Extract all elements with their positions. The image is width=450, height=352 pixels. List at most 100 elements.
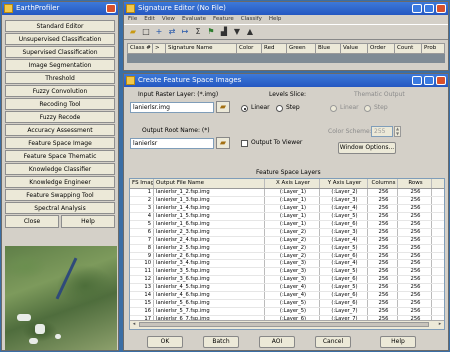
menu-accuracy-assessment[interactable]: Accuracy Assessment [5,123,115,137]
table-cell-file[interactable]: lanierlsr_3_6.fsp.img [154,276,265,284]
col-order[interactable]: Order [368,44,395,53]
table-cell-file[interactable]: lanierlsr_1_6.fsp.img [154,220,265,228]
menu-file[interactable]: File [128,15,137,24]
menu-help[interactable]: Help [269,15,282,24]
thematic-step-radio[interactable] [364,105,371,112]
col-class[interactable]: Class # [128,44,153,53]
col-red[interactable]: Red [262,44,287,53]
table-cell-file[interactable]: lanierlsr_2_4.fsp.img [154,236,265,244]
menu-feature-swapping[interactable]: Feature Swapping Tool [5,188,115,202]
table-cell-file[interactable]: lanierlsr_2_6.fsp.img [154,252,265,260]
table-row[interactable]: 8 lanierlsr_2_5.fsp.img (:Layer_2) (:Layer_… [130,244,444,253]
col-y-axis[interactable]: Y Axis Layer [320,179,368,188]
table-row[interactable]: 12 lanierlsr_3_6.fsp.img (:Layer_3) (:Layer… [130,276,444,285]
table-row[interactable]: 1 lanierlsr_1_2.fsp.img (:Layer_1) (:Layer_… [130,189,444,197]
minimize-icon[interactable] [412,4,422,13]
sort-up-icon[interactable]: ▲ [245,27,255,37]
col-value[interactable]: Value [341,44,368,53]
linear-radio[interactable] [241,105,248,112]
close-icon[interactable] [436,76,446,85]
menu-feature-space-image[interactable]: Feature Space Image [5,136,115,150]
color-scheme-field[interactable]: 255 [371,126,393,137]
menu-view[interactable]: View [162,15,175,24]
output-to-viewer-checkbox[interactable] [241,140,248,147]
menu-evaluate[interactable]: Evaluate [182,15,206,24]
menu-fuzzy-convolution[interactable]: Fuzzy Convolution [5,84,115,98]
input-raster-field[interactable]: lanierlsr.img [130,102,214,113]
menu-threshold[interactable]: Threshold [5,71,115,85]
table-row[interactable]: 15 lanierlsr_5_6.fsp.img (:Layer_5) (:Layer… [130,300,444,309]
sum-icon[interactable]: Σ [193,27,203,37]
menu-fuzzy-recode[interactable]: Fuzzy Recode [5,110,115,124]
table-row[interactable]: 4 lanierlsr_1_5.fsp.img (:Layer_1) (:Layer_… [130,212,444,221]
table-row[interactable]: 3 lanierlsr_1_4.fsp.img (:Layer_1) (:Layer_… [130,204,444,213]
col-x-axis[interactable]: X Axis Layer [265,179,320,188]
table-cell-file[interactable]: lanierlsr_4_6.fsp.img [154,292,265,300]
col-prob[interactable]: Prob [422,44,444,53]
col-rows[interactable]: Rows [398,179,432,188]
table-cell-file[interactable]: lanierlsr_3_4.fsp.img [154,260,265,268]
classification-title-bar[interactable]: EarthProfiler [2,2,118,15]
output-root-field[interactable]: lanierlsr [130,138,214,149]
menu-feature-space-thematic[interactable]: Feature Space Thematic [5,149,115,163]
scroll-left-icon[interactable]: ◂ [130,321,138,328]
col-count[interactable]: Count [395,44,422,53]
thematic-linear-radio[interactable] [330,105,337,112]
new-file-icon[interactable]: □ [141,27,151,37]
aoi-button[interactable]: AOI [259,336,295,348]
add-signature-icon[interactable]: + [154,27,164,37]
table-row[interactable]: 11 lanierlsr_3_5.fsp.img (:Layer_3) (:Layer… [130,268,444,277]
window-options-button[interactable]: Window Options... [338,142,396,154]
table-row[interactable]: 2 lanierlsr_1_3.fsp.img (:Layer_1) (:Layer_… [130,196,444,205]
step-radio[interactable] [276,105,283,112]
horizontal-scrollbar[interactable]: ◂ ▸ [130,320,444,329]
table-row[interactable]: 9 lanierlsr_2_6.fsp.img (:Layer_2) (:Layer_… [130,252,444,261]
sort-down-icon[interactable]: ▼ [232,27,242,37]
close-icon[interactable] [436,4,446,13]
open-folder-icon[interactable]: ▰ [128,27,138,37]
menu-classify[interactable]: Classify [241,15,262,24]
col-fs-image[interactable]: FS Image [130,179,154,188]
chart-icon[interactable]: ▟ [219,27,229,37]
help-button[interactable]: Help [61,215,115,228]
batch-button[interactable]: Batch [203,336,239,348]
scroll-right-icon[interactable]: ▸ [436,321,444,328]
histogram-icon[interactable]: ⚑ [206,27,216,37]
col-green[interactable]: Green [287,44,316,53]
dialog-title-bar[interactable]: Create Feature Space Images [124,74,448,87]
table-cell-file[interactable]: lanierlsr_1_4.fsp.img [154,204,265,212]
table-cell-file[interactable]: lanierlsr_1_3.fsp.img [154,196,265,204]
table-cell-file[interactable]: lanierlsr_2_5.fsp.img [154,244,265,252]
col-blue[interactable]: Blue [316,44,341,53]
ok-button[interactable]: OK [147,336,183,348]
table-row[interactable]: 16 lanierlsr_5_7.fsp.img (:Layer_5) (:Layer… [130,308,444,316]
menu-spectral-analysis[interactable]: Spectral Analysis [5,201,115,215]
table-cell-file[interactable]: lanierlsr_1_2.fsp.img [154,189,265,196]
close-button[interactable]: Close [5,215,59,228]
minimize-icon[interactable] [412,76,422,85]
maximize-icon[interactable] [424,4,434,13]
col-color[interactable]: Color [237,44,262,53]
menu-signature-editor[interactable]: Standard Editor [5,20,115,33]
col-marker[interactable]: > [153,44,166,53]
table-row[interactable]: 5 lanierlsr_1_6.fsp.img (:Layer_1) (:Layer_… [130,220,444,229]
cancel-button[interactable]: Cancel [315,336,351,348]
col-columns[interactable]: Columns [368,179,398,188]
scroll-thumb[interactable] [139,322,429,327]
close-icon[interactable] [106,4,116,13]
col-signature-name[interactable]: Signature Name [166,44,237,53]
menu-unsupervised[interactable]: Unsupervised Classification [5,32,115,46]
menu-segmentation[interactable]: Image Segmentation [5,58,115,72]
table-cell-file[interactable]: lanierlsr_5_7.fsp.img [154,308,265,315]
table-cell-file[interactable]: lanierlsr_1_5.fsp.img [154,212,265,220]
table-row[interactable]: 14 lanierlsr_4_6.fsp.img (:Layer_4) (:Layer… [130,292,444,301]
open-file-icon[interactable]: ▰ [216,101,230,113]
table-cell-file[interactable]: lanierlsr_3_5.fsp.img [154,268,265,276]
menu-knowledge-classifier[interactable]: Knowledge Classifier [5,162,115,176]
table-row[interactable]: 13 lanierlsr_4_5.fsp.img (:Layer_4) (:Layer… [130,284,444,293]
table-row[interactable]: 10 lanierlsr_3_4.fsp.img (:Layer_3) (:Layer… [130,260,444,269]
signature-editor-title-bar[interactable]: Signature Editor (No File) [124,2,448,15]
table-cell-file[interactable]: lanierlsr_4_5.fsp.img [154,284,265,292]
maximize-icon[interactable] [424,76,434,85]
merge-icon[interactable]: ↦ [180,27,190,37]
